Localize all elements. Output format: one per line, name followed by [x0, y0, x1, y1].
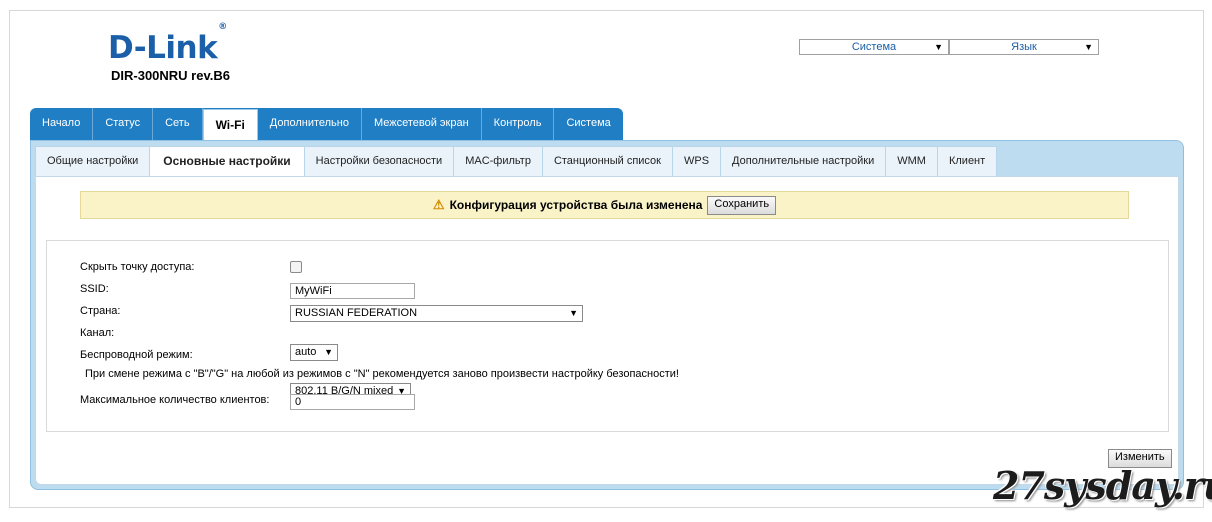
max-clients-input[interactable]: 0	[290, 394, 415, 410]
wifi-panel: Общие настройки Основные настройки Настр…	[30, 140, 1184, 490]
wireless-mode-label: Беспроводной режим:	[80, 349, 193, 361]
system-menu-select[interactable]: Система ▼	[799, 39, 949, 55]
content-area: ⚠ Конфигурация устройства была изменена …	[35, 176, 1179, 485]
sub-nav: Общие настройки Основные настройки Настр…	[35, 146, 998, 177]
mode-change-hint: При смене режима с "B"/"G" на любой из р…	[85, 368, 679, 380]
hide-ap-label: Скрыть точку доступа:	[80, 261, 195, 273]
save-button[interactable]: Сохранить	[707, 195, 777, 215]
warning-icon: ⚠	[432, 197, 445, 212]
dlink-logo: D-Link®	[108, 21, 227, 66]
ssid-input[interactable]: MyWiFi	[290, 283, 415, 299]
chevron-down-icon: ▼	[324, 347, 333, 357]
tab-wifi[interactable]: Wi-Fi	[202, 109, 258, 140]
tab-start[interactable]: Начало	[30, 108, 94, 140]
channel-label: Канал:	[80, 327, 115, 339]
chevron-down-icon: ▼	[934, 42, 943, 52]
subtab-basic[interactable]: Основные настройки	[149, 146, 304, 177]
subtab-mac-filter[interactable]: MAC-фильтр	[453, 146, 542, 177]
country-label: Страна:	[80, 305, 121, 317]
chevron-down-icon: ▼	[1084, 42, 1093, 52]
tab-status[interactable]: Статус	[93, 108, 154, 140]
tab-network[interactable]: Сеть	[153, 108, 203, 140]
subtab-security[interactable]: Настройки безопасности	[303, 146, 454, 177]
tab-system[interactable]: Система	[554, 108, 622, 140]
max-clients-label: Максимальное количество клиентов:	[80, 394, 270, 406]
subtab-station-list[interactable]: Станционный список	[541, 146, 672, 177]
tab-advanced[interactable]: Дополнительно	[258, 108, 362, 140]
country-select[interactable]: RUSSIAN FEDERATION ▼	[290, 305, 583, 322]
ssid-label: SSID:	[80, 283, 109, 295]
config-changed-banner: ⚠ Конфигурация устройства была изменена …	[80, 191, 1129, 219]
config-changed-text: Конфигурация устройства была изменена	[449, 198, 703, 212]
tab-firewall[interactable]: Межсетевой экран	[362, 108, 482, 140]
channel-select[interactable]: auto ▼	[290, 344, 338, 361]
main-nav: Начало Статус Сеть Wi-Fi Дополнительно М…	[30, 108, 623, 140]
tab-control[interactable]: Контроль	[482, 108, 555, 140]
subtab-client[interactable]: Клиент	[936, 146, 998, 177]
subtab-wps[interactable]: WPS	[671, 146, 721, 177]
site-watermark: 27sysday.ru	[993, 463, 1212, 508]
subtab-advanced[interactable]: Дополнительные настройки	[720, 146, 886, 177]
wifi-basic-form: Скрыть точку доступа: SSID: MyWiFi Стран…	[46, 240, 1169, 432]
device-model: DIR-300NRU rev.B6	[111, 68, 230, 83]
chevron-down-icon: ▼	[569, 308, 578, 318]
subtab-wmm[interactable]: WMM	[885, 146, 937, 177]
hide-ap-checkbox[interactable]	[290, 261, 302, 273]
subtab-general[interactable]: Общие настройки	[35, 146, 150, 177]
language-select[interactable]: Язык ▼	[949, 39, 1099, 55]
